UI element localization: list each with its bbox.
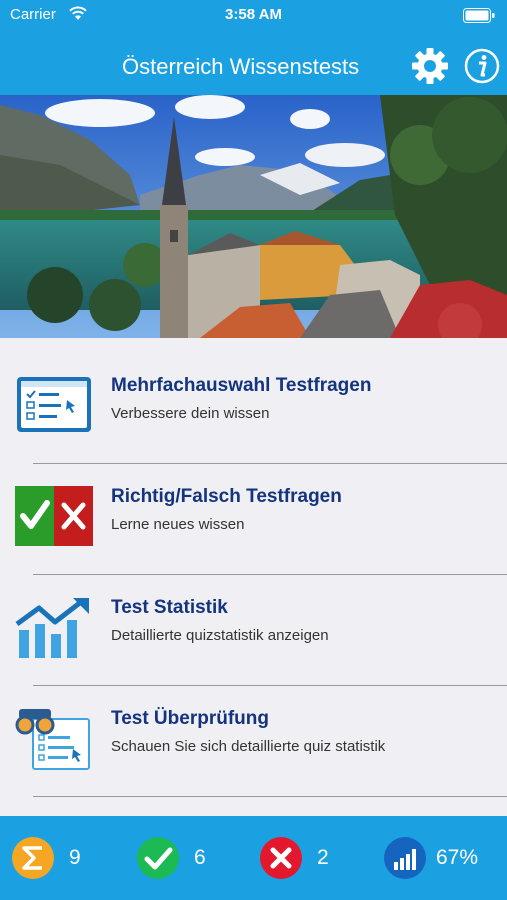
menu-item-title: Richtig/Falsch Testfragen xyxy=(111,486,342,507)
menu-item-subtitle: Lerne neues wissen xyxy=(111,516,245,533)
sigma-icon xyxy=(12,837,54,879)
statistics-chart-icon xyxy=(15,598,89,658)
stats-bar: 9 6 2 67% xyxy=(0,816,507,900)
divider xyxy=(33,796,507,797)
page-title: Österreich Wissenstests xyxy=(122,54,360,79)
menu-item-subtitle: Verbessere dein wissen xyxy=(111,405,270,422)
true-false-icon xyxy=(15,486,93,546)
signal-bars-icon xyxy=(384,837,426,879)
navigation-bar: Österreich Wissenstests xyxy=(0,40,507,92)
cross-icon xyxy=(260,837,302,879)
stat-correct: 6 xyxy=(136,836,226,880)
menu-item-multiple-choice[interactable]: Mehrfachauswahl Testfragen Verbessere de… xyxy=(0,338,507,449)
stat-percent: 67% xyxy=(383,836,498,880)
stat-wrong-value: 2 xyxy=(317,846,329,869)
menu-item-review[interactable]: Test Überprüfung Schauen Sie sich detail… xyxy=(0,671,507,782)
hero-image xyxy=(0,95,507,338)
stat-total-value: 9 xyxy=(69,846,81,869)
top-bar: Carrier 3:58 AM Österreich Wissenstests xyxy=(0,0,507,95)
menu-item-true-false[interactable]: Richtig/Falsch Testfragen Lerne neues wi… xyxy=(0,449,507,560)
battery-icon xyxy=(463,8,495,23)
stat-correct-value: 6 xyxy=(194,846,206,869)
menu-item-statistics[interactable]: Test Statistik Detaillierte quizstatisti… xyxy=(0,560,507,671)
status-time: 3:58 AM xyxy=(225,6,282,23)
gear-icon[interactable] xyxy=(410,46,450,86)
stat-percent-value: 67% xyxy=(436,846,479,869)
checkmark-icon xyxy=(137,837,179,879)
multiple-choice-icon xyxy=(17,377,91,432)
menu-item-title: Test Überprüfung xyxy=(111,708,269,729)
review-binoculars-icon xyxy=(15,709,90,770)
menu-item-subtitle: Schauen Sie sich detaillierte quiz stati… xyxy=(111,738,386,755)
menu-item-title: Test Statistik xyxy=(111,597,228,618)
info-icon[interactable] xyxy=(464,48,500,84)
menu-item-subtitle: Detaillierte quizstatistik anzeigen xyxy=(111,627,329,644)
menu-list: Mehrfachauswahl Testfragen Verbessere de… xyxy=(0,338,507,816)
menu-item-title: Mehrfachauswahl Testfragen xyxy=(111,375,372,396)
stat-wrong: 2 xyxy=(259,836,349,880)
status-bar: Carrier 3:58 AM xyxy=(0,0,507,30)
hallstatt-landscape-image xyxy=(0,95,507,338)
stat-total: 9 xyxy=(11,836,101,880)
